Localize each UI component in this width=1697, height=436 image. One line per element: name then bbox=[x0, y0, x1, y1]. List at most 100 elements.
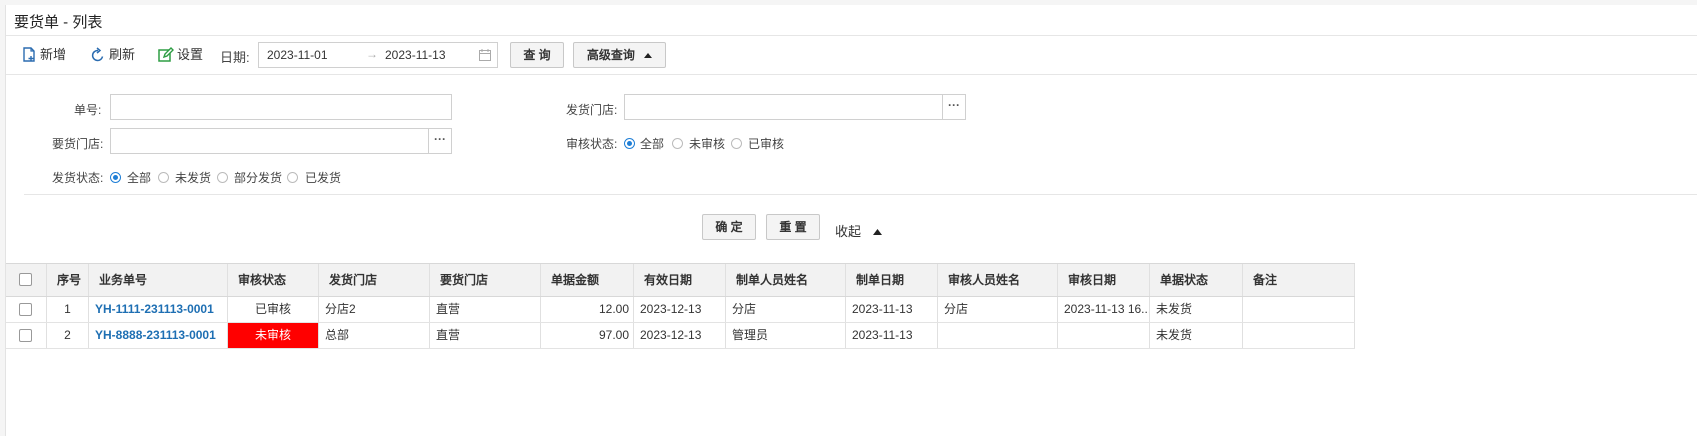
col-header-amount[interactable]: 单据金额 bbox=[541, 264, 634, 296]
ship-store-picker-button[interactable]: ··· bbox=[942, 94, 966, 120]
cell-create-date: 2023-11-13 bbox=[846, 297, 938, 322]
cell-valid-date: 2023-12-13 bbox=[634, 323, 726, 348]
req-store-label: 要货门店: bbox=[52, 137, 104, 151]
cell-audit-date: 2023-11-13 16... bbox=[1058, 297, 1150, 322]
col-header-remark[interactable]: 备注 bbox=[1243, 264, 1355, 296]
col-header-creator[interactable]: 制单人员姓名 bbox=[726, 264, 846, 296]
cell-creator: 管理员 bbox=[726, 323, 846, 348]
col-header-order-no[interactable]: 业务单号 bbox=[89, 264, 228, 296]
select-all-cell bbox=[6, 264, 47, 296]
collapse-label: 收起 bbox=[835, 224, 862, 239]
cell-seq: 2 bbox=[47, 323, 89, 348]
cell-amount: 97.00 bbox=[541, 323, 634, 348]
new-label: 新增 bbox=[40, 47, 67, 62]
table-header: 序号 业务单号 审核状态 发货门店 要货门店 单据金额 有效日期 制单人员姓名 … bbox=[6, 263, 1355, 297]
ship-option-all: 全部 bbox=[127, 171, 152, 185]
audit-status-label: 审核状态: bbox=[566, 137, 618, 151]
ship-option-partial: 部分发货 bbox=[234, 171, 283, 185]
audit-radio-audited[interactable] bbox=[731, 138, 742, 149]
col-header-doc-status[interactable]: 单据状态 bbox=[1150, 264, 1243, 296]
row-select-cell bbox=[6, 297, 47, 322]
cell-valid-date: 2023-12-13 bbox=[634, 297, 726, 322]
advanced-query-label: 高级查询 bbox=[586, 48, 635, 62]
date-to[interactable]: 2023-11-13 bbox=[385, 48, 446, 62]
table-row[interactable]: 1 YH-1111-231113-0001 已审核 分店2 直营 12.00 2… bbox=[6, 297, 1355, 323]
date-from[interactable]: 2023-11-01 bbox=[267, 48, 328, 62]
ship-status-label: 发货状态: bbox=[52, 171, 104, 185]
caret-up-icon bbox=[644, 53, 653, 58]
edit-settings-icon bbox=[158, 47, 174, 62]
col-header-seq[interactable]: 序号 bbox=[47, 264, 89, 296]
cell-create-date: 2023-11-13 bbox=[846, 323, 938, 348]
date-label: 日期: bbox=[220, 50, 250, 65]
cell-order-no-link[interactable]: YH-1111-231113-0001 bbox=[89, 297, 228, 322]
cell-auditor: 分店 bbox=[938, 297, 1058, 322]
calendar-icon[interactable] bbox=[479, 49, 491, 61]
collapse-button[interactable]: 收起 bbox=[835, 221, 882, 240]
cell-audit-date bbox=[1058, 323, 1150, 348]
caret-up-icon bbox=[872, 229, 882, 235]
query-button[interactable]: 查 询 bbox=[510, 42, 564, 68]
settings-button[interactable]: 设置 bbox=[158, 45, 208, 65]
ship-option-not-shipped: 未发货 bbox=[175, 171, 212, 185]
cell-order-no-link[interactable]: YH-8888-231113-0001 bbox=[89, 323, 228, 348]
cell-ship-store: 分店2 bbox=[319, 297, 430, 322]
ship-radio-shipped[interactable] bbox=[287, 172, 298, 183]
ship-radio-all[interactable] bbox=[110, 172, 121, 183]
cell-audit-status: 未审核 bbox=[228, 323, 319, 348]
filter-divider bbox=[24, 194, 1697, 195]
select-all-checkbox[interactable] bbox=[19, 273, 32, 286]
ship-store-input[interactable]: ··· bbox=[624, 94, 966, 120]
row-select-cell bbox=[6, 323, 47, 348]
row-checkbox[interactable] bbox=[19, 329, 32, 342]
ship-radio-not-shipped[interactable] bbox=[158, 172, 169, 183]
reset-button[interactable]: 重 置 bbox=[766, 214, 820, 240]
title-bar: 要货单 - 列表 bbox=[6, 5, 1697, 36]
table-row[interactable]: 2 YH-8888-231113-0001 未审核 总部 直营 97.00 20… bbox=[6, 323, 1355, 349]
refresh-label: 刷新 bbox=[109, 47, 136, 62]
advanced-query-button[interactable]: 高级查询 bbox=[573, 42, 666, 68]
col-header-audit-date[interactable]: 审核日期 bbox=[1058, 264, 1150, 296]
toolbar: 新增 刷新 设置 日期: 2023-11-01 → 2023-11-13 查 询… bbox=[6, 36, 1697, 75]
ship-store-label: 发货门店: bbox=[566, 103, 618, 117]
req-store-picker-button[interactable]: ··· bbox=[428, 128, 452, 154]
order-no-label: 单号: bbox=[74, 103, 102, 117]
confirm-button[interactable]: 确 定 bbox=[702, 214, 756, 240]
audit-radio-all[interactable] bbox=[624, 138, 635, 149]
cell-remark bbox=[1243, 297, 1355, 322]
req-store-input[interactable]: ··· bbox=[110, 128, 452, 154]
audit-option-all: 全部 bbox=[640, 137, 665, 151]
col-header-ship-store[interactable]: 发货门店 bbox=[319, 264, 430, 296]
ship-option-shipped: 已发货 bbox=[305, 171, 342, 185]
date-arrow: → bbox=[366, 47, 378, 61]
cell-ship-store: 总部 bbox=[319, 323, 430, 348]
date-range-picker[interactable]: 2023-11-01 → 2023-11-13 bbox=[258, 42, 498, 68]
cell-req-store: 直营 bbox=[430, 297, 541, 322]
page-title: 要货单 - 列表 bbox=[14, 14, 103, 31]
cell-amount: 12.00 bbox=[541, 297, 634, 322]
order-no-input[interactable] bbox=[110, 94, 452, 120]
audit-option-audited: 已审核 bbox=[748, 137, 785, 151]
refresh-button[interactable]: 刷新 bbox=[91, 45, 141, 65]
new-button[interactable]: 新增 bbox=[22, 45, 72, 65]
col-header-req-store[interactable]: 要货门店 bbox=[430, 264, 541, 296]
refresh-icon bbox=[91, 47, 104, 62]
cell-audit-status: 已审核 bbox=[228, 297, 319, 322]
col-header-create-date[interactable]: 制单日期 bbox=[846, 264, 938, 296]
page: 要货单 - 列表 新增 刷新 设置 日期: 2023-11-01 → 2023-… bbox=[5, 5, 1697, 436]
row-checkbox[interactable] bbox=[19, 303, 32, 316]
audit-option-unaudited: 未审核 bbox=[689, 137, 726, 151]
cell-seq: 1 bbox=[47, 297, 89, 322]
settings-label: 设置 bbox=[177, 47, 204, 62]
new-document-icon bbox=[23, 47, 35, 62]
cell-remark bbox=[1243, 323, 1355, 348]
audit-radio-unaudited[interactable] bbox=[672, 138, 683, 149]
cell-req-store: 直营 bbox=[430, 323, 541, 348]
cell-creator: 分店 bbox=[726, 297, 846, 322]
ship-radio-partial[interactable] bbox=[217, 172, 228, 183]
col-header-valid-date[interactable]: 有效日期 bbox=[634, 264, 726, 296]
col-header-auditor[interactable]: 审核人员姓名 bbox=[938, 264, 1058, 296]
cell-doc-status: 未发货 bbox=[1150, 297, 1243, 322]
cell-auditor bbox=[938, 323, 1058, 348]
col-header-audit-status[interactable]: 审核状态 bbox=[228, 264, 319, 296]
